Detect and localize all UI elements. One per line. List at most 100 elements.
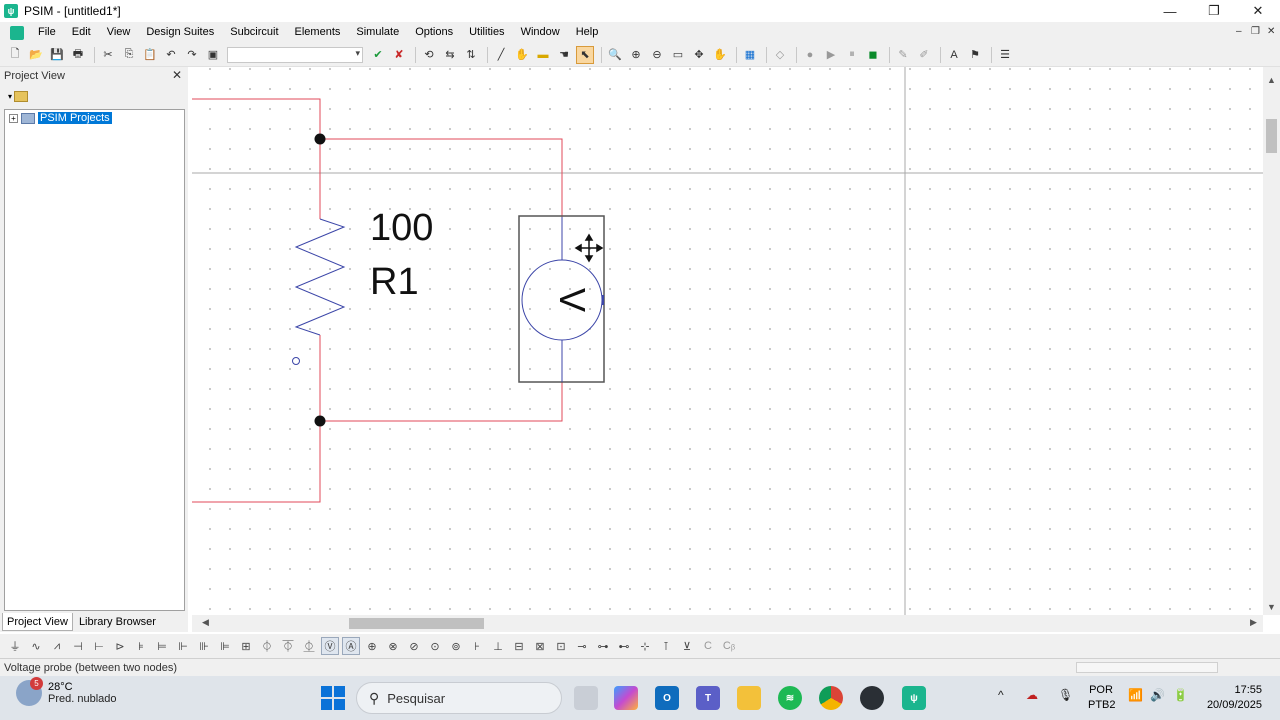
vertical-scroll-thumb[interactable] (1266, 119, 1277, 153)
probe-icon[interactable]: ⊗ (384, 637, 402, 655)
menu-elements[interactable]: Elements (287, 22, 349, 43)
source-icon[interactable]: ⏂ (300, 637, 318, 655)
element-combo[interactable] (227, 46, 363, 63)
menu-subcircuit[interactable]: Subcircuit (222, 22, 286, 43)
redo-icon[interactable]: ↷ (183, 46, 201, 64)
zoom-out-icon[interactable]: ⊖ (648, 46, 666, 64)
block-icon[interactable]: ⊹ (636, 637, 654, 655)
volume-icon[interactable]: 🔊 (1150, 688, 1165, 702)
battery-icon[interactable]: 🔋 (1173, 688, 1188, 702)
block-icon[interactable]: ⊸ (573, 637, 591, 655)
rotate-icon[interactable]: ⟲ (420, 46, 438, 64)
document-icon[interactable] (10, 25, 24, 40)
menu-edit[interactable]: Edit (64, 22, 99, 43)
onedrive-icon[interactable]: ☁ (1026, 688, 1038, 702)
probe-icon[interactable]: ⊙ (426, 637, 444, 655)
check-icon[interactable]: ✔ (369, 46, 387, 64)
clock[interactable]: 17:55 20/09/2025 (1204, 683, 1262, 713)
source-icon[interactable]: ⏁ (279, 637, 297, 655)
maximize-button[interactable]: ❐ (1192, 0, 1236, 22)
pan-icon[interactable]: ✥ (690, 46, 708, 64)
capacitor-icon[interactable]: ⊢ (90, 637, 108, 655)
block-icon[interactable]: ⊠ (531, 637, 549, 655)
probe-icon[interactable]: ⊕ (363, 637, 381, 655)
folder-icon[interactable] (14, 90, 29, 102)
probe-icon[interactable]: ⚑ (966, 46, 984, 64)
menu-simulate[interactable]: Simulate (348, 22, 407, 43)
ground-icon[interactable]: ⏚ (6, 637, 24, 655)
undo-icon[interactable]: ↶ (162, 46, 180, 64)
task-view-icon[interactable] (574, 686, 598, 710)
capacitor-icon[interactable]: ⊣ (69, 637, 87, 655)
taskbar-search[interactable]: ⚲ Pesquisar (356, 682, 562, 714)
schematic-svg[interactable]: 100 R1 V (192, 67, 1263, 615)
schematic-canvas[interactable]: 100 R1 V (192, 67, 1263, 615)
wifi-icon[interactable]: 📶 (1128, 688, 1143, 702)
flip-horizontal-icon[interactable]: ⇆ (441, 46, 459, 64)
menu-view[interactable]: View (99, 22, 139, 43)
tab-library-browser[interactable]: Library Browser (75, 613, 160, 631)
print-icon[interactable]: 🖶 (69, 46, 87, 64)
select-icon[interactable]: ⬉ (576, 45, 594, 64)
obs-icon[interactable] (860, 686, 884, 710)
scroll-down-icon[interactable]: ▼ (1267, 602, 1276, 612)
cancel-icon[interactable]: ✘ (390, 46, 408, 64)
expand-icon[interactable]: + (9, 113, 18, 123)
file-explorer-icon[interactable] (737, 686, 761, 710)
new-file-icon[interactable]: 🗋 (6, 46, 24, 64)
transistor-icon[interactable]: ⊪ (195, 637, 213, 655)
c-block-icon[interactable]: Cᵦ (720, 637, 738, 655)
igbt-icon[interactable]: ⊫ (216, 637, 234, 655)
tree-item-psim-projects[interactable]: + PSIM Projects (9, 112, 112, 124)
voltmeter-icon[interactable]: Ⓥ (321, 637, 339, 655)
start-button[interactable] (321, 686, 345, 710)
teams-icon[interactable]: T (696, 686, 720, 710)
mdi-minimize-button[interactable]: ‒ (1236, 26, 1242, 37)
switch-icon[interactable]: ⊧ (132, 637, 150, 655)
cut-icon[interactable]: ✂ (99, 46, 117, 64)
psim-taskbar-icon[interactable]: ψ (902, 686, 926, 710)
ammeter-icon[interactable]: Ⓐ (342, 637, 360, 655)
psim-app-icon[interactable]: ψ (4, 4, 18, 18)
zoom-icon[interactable]: 🔍 (606, 46, 624, 64)
menu-options[interactable]: Options (407, 22, 461, 43)
close-button[interactable]: ✕ (1236, 0, 1280, 22)
chevron-down-icon[interactable]: ▾ (8, 92, 12, 101)
hand-icon[interactable]: ✋ (513, 46, 531, 64)
probe-icon[interactable]: ⊚ (447, 637, 465, 655)
inductor-icon[interactable]: ∿ (27, 637, 45, 655)
spotify-icon[interactable]: ≋ (778, 686, 802, 710)
block-icon[interactable]: ⊡ (552, 637, 570, 655)
c-block-icon[interactable]: C (699, 637, 717, 655)
transistor-icon[interactable]: ⊩ (174, 637, 192, 655)
run-icon[interactable]: ▶ (822, 46, 840, 64)
menu-design-suites[interactable]: Design Suites (138, 22, 222, 43)
copy-icon[interactable]: ⎘ (120, 46, 138, 64)
fit-page-icon[interactable]: ▭ (669, 46, 687, 64)
draw-icon[interactable]: ✐ (915, 46, 933, 64)
weather-widget[interactable]: 5 28°C Pred. nublado (16, 677, 117, 706)
wire-icon[interactable]: ╱ (492, 46, 510, 64)
chrome-icon[interactable] (819, 686, 843, 710)
pan-icon[interactable]: ☚ (555, 46, 573, 64)
text-icon[interactable]: A (945, 46, 963, 64)
menu-utilities[interactable]: Utilities (461, 22, 512, 43)
block-icon[interactable]: ⊻ (678, 637, 696, 655)
menu-file[interactable]: File (30, 22, 64, 43)
resistor-icon[interactable]: ⩘ (48, 637, 66, 655)
menu-help[interactable]: Help (568, 22, 607, 43)
vertical-scrollbar[interactable]: ▲ ▼ (1263, 67, 1280, 615)
close-icon[interactable]: ✕ (172, 68, 182, 82)
diode-icon[interactable]: ⊳ (111, 637, 129, 655)
tab-project-view[interactable]: Project View (2, 613, 73, 631)
clipboard-icon[interactable]: ▣ (204, 46, 222, 64)
block-icon[interactable]: ⊶ (594, 637, 612, 655)
switch-icon[interactable]: ⊨ (153, 637, 171, 655)
diamond-icon[interactable]: ◇ (771, 46, 789, 64)
menu-window[interactable]: Window (513, 22, 568, 43)
copilot-icon[interactable] (614, 686, 638, 710)
microphone-icon[interactable]: 🎙 (1058, 688, 1073, 702)
meter-icon[interactable]: ⊦ (468, 637, 486, 655)
flip-vertical-icon[interactable]: ⇅ (462, 46, 480, 64)
scroll-left-icon[interactable]: ◀ (202, 617, 209, 628)
